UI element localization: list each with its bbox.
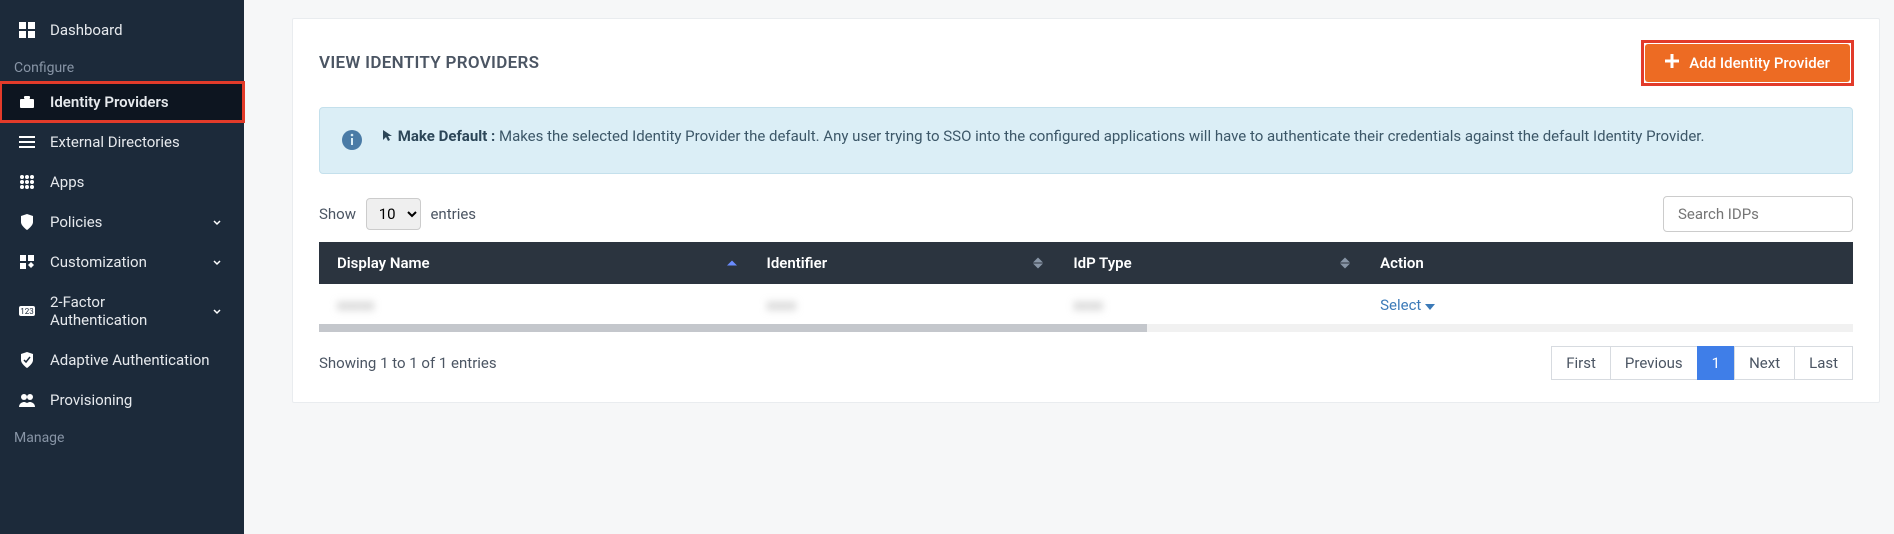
sidebar-item-customization[interactable]: Customization [0,242,244,282]
sidebar: Dashboard Configure Identity Providers E… [0,0,244,534]
chevron-down-icon [208,302,226,320]
info-body: Makes the selected Identity Provider the… [499,127,1704,145]
pagination: First Previous 1 Next Last [1552,346,1853,380]
card-header: VIEW IDENTITY PROVIDERS Add Identity Pro… [319,41,1853,85]
sidebar-item-label: Customization [50,253,194,271]
page-current[interactable]: 1 [1697,346,1735,380]
number-icon: 123 [18,302,36,320]
page-last[interactable]: Last [1794,346,1853,380]
sidebar-item-external-directories[interactable]: External Directories [0,122,244,162]
cell-idp-type: xxxx [1073,296,1103,314]
add-button-highlight: Add Identity Provider [1642,41,1853,85]
table-summary: Showing 1 to 1 of 1 entries [319,354,497,372]
table-footer: Showing 1 to 1 of 1 entries First Previo… [319,346,1853,380]
page-size-select[interactable]: 10 [366,198,421,230]
svg-text:123: 123 [20,307,34,316]
dashboard-icon [18,21,36,39]
info-lead: Make Default : [398,127,496,145]
sidebar-item-label: External Directories [50,133,226,151]
row-action-select[interactable]: Select [1380,296,1435,314]
sidebar-section-manage: Manage [0,420,244,452]
list-icon [18,133,36,151]
sidebar-item-label: Provisioning [50,391,226,409]
sidebar-item-label: Identity Providers [50,93,226,111]
page-size-control: Show 10 entries [319,198,476,230]
sidebar-item-dashboard[interactable]: Dashboard [0,10,244,50]
briefcase-icon [18,93,36,111]
puzzle-icon [18,253,36,271]
sidebar-item-adaptive-auth[interactable]: Adaptive Authentication [0,340,244,380]
col-action: Action [1362,242,1853,284]
chevron-down-icon [208,253,226,271]
page-first[interactable]: First [1551,346,1611,380]
search-input[interactable] [1663,196,1853,232]
plus-icon [1665,54,1679,72]
sidebar-item-policies[interactable]: Policies [0,202,244,242]
cursor-icon [382,127,398,145]
idp-table: Display Name Identifier IdP Type Action [319,242,1853,327]
sidebar-item-label: Policies [50,213,194,231]
add-button-label: Add Identity Provider [1689,54,1830,72]
apps-icon [18,173,36,191]
sidebar-item-label: Adaptive Authentication [50,351,226,369]
caret-down-icon [1425,296,1435,314]
table-row: xxxxx xxxx xxxx Select [319,284,1853,327]
select-label: Select [1380,296,1421,314]
sort-icon [1340,258,1350,269]
info-icon [342,130,362,157]
horizontal-scrollbar[interactable] [319,324,1853,332]
cell-identifier: xxxx [767,296,797,314]
content-card: VIEW IDENTITY PROVIDERS Add Identity Pro… [292,18,1880,403]
entries-label: entries [430,205,476,223]
col-idp-type[interactable]: IdP Type [1055,242,1362,284]
page-title: VIEW IDENTITY PROVIDERS [319,53,539,73]
add-identity-provider-button[interactable]: Add Identity Provider [1645,44,1850,82]
sort-icon [1033,258,1043,269]
show-label: Show [319,205,356,223]
page-prev[interactable]: Previous [1610,346,1698,380]
shield-check-icon [18,351,36,369]
info-text: Make Default : Makes the selected Identi… [382,124,1704,148]
page-next[interactable]: Next [1734,346,1795,380]
sidebar-item-label: 2-Factor Authentication [50,293,194,329]
sidebar-item-provisioning[interactable]: Provisioning [0,380,244,420]
col-identifier[interactable]: Identifier [749,242,1056,284]
sidebar-item-apps[interactable]: Apps [0,162,244,202]
chevron-down-icon [208,213,226,231]
main-content: VIEW IDENTITY PROVIDERS Add Identity Pro… [244,0,1894,534]
shield-icon [18,213,36,231]
sidebar-item-label: Dashboard [50,21,226,39]
sort-asc-icon [727,261,737,266]
sidebar-section-configure: Configure [0,50,244,82]
info-banner: Make Default : Makes the selected Identi… [319,107,1853,174]
users-icon [18,391,36,409]
col-display-name[interactable]: Display Name [319,242,749,284]
sidebar-item-2fa[interactable]: 123 2-Factor Authentication [0,282,244,340]
table-controls: Show 10 entries [319,196,1853,232]
cell-display-name: xxxxx [337,296,374,314]
sidebar-item-identity-providers[interactable]: Identity Providers [0,82,244,122]
sidebar-item-label: Apps [50,173,226,191]
